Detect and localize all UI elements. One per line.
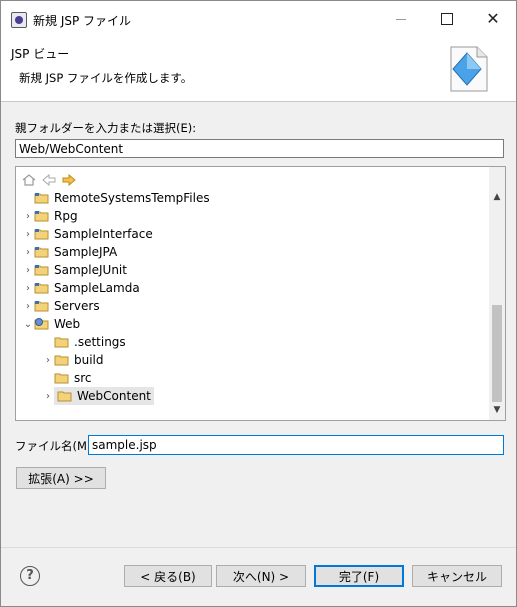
tree-item[interactable]: src xyxy=(42,369,92,387)
tree-item-label: Rpg xyxy=(54,209,78,223)
tree-item-label: WebContent xyxy=(77,389,151,403)
close-button[interactable]: ✕ xyxy=(470,1,516,37)
folder-icon xyxy=(54,373,69,384)
next-button[interactable]: 次へ(N) > xyxy=(216,565,306,587)
finish-button[interactable]: 完了(F) xyxy=(314,565,404,587)
tree-item[interactable]: › Servers xyxy=(22,297,100,315)
folder-icon xyxy=(54,337,69,348)
back-arrow-icon[interactable] xyxy=(42,173,56,187)
tree-item[interactable]: › build xyxy=(42,351,104,369)
web-project-icon xyxy=(34,318,49,330)
footer-separator xyxy=(1,547,516,548)
forward-arrow-icon[interactable] xyxy=(62,173,76,187)
tree-item[interactable]: › SampleJUnit xyxy=(22,261,127,279)
tree-scrollbar[interactable]: ▲ ▼ xyxy=(489,167,505,420)
folder-icon xyxy=(57,391,72,402)
project-folder-icon xyxy=(34,211,49,222)
tree-item[interactable]: RemoteSystemsTempFiles xyxy=(22,189,210,207)
jsp-file-banner-icon xyxy=(450,46,488,92)
tree-item-label: SampleLamda xyxy=(54,281,140,295)
project-folder-icon xyxy=(34,265,49,276)
tree-item[interactable]: › SampleInterface xyxy=(22,225,153,243)
title-bar: 新規 JSP ファイル ✕ xyxy=(1,1,516,37)
tree-item-label: Servers xyxy=(54,299,100,313)
advanced-button[interactable]: 拡張(A) >> xyxy=(16,467,106,489)
tree-item-label: build xyxy=(74,353,104,367)
dialog-window: 新規 JSP ファイル ✕ JSP ビュー 新規 JSP ファイルを作成します。… xyxy=(0,0,517,607)
scroll-up-icon[interactable]: ▲ xyxy=(489,189,505,205)
wizard-header: JSP ビュー 新規 JSP ファイルを作成します。 xyxy=(1,37,516,102)
file-name-label: ファイル名(M): xyxy=(15,439,96,453)
parent-folder-label: 親フォルダーを入力または選択(E): xyxy=(15,121,197,135)
chevron-right-icon[interactable]: › xyxy=(42,351,54,369)
cancel-button[interactable]: キャンセル xyxy=(412,565,502,587)
project-folder-icon xyxy=(34,247,49,258)
scroll-down-icon[interactable]: ▼ xyxy=(489,402,505,418)
eclipse-app-icon xyxy=(11,12,27,28)
tree-item-label: .settings xyxy=(74,335,126,349)
back-button[interactable]: < 戻る(B) xyxy=(124,565,212,587)
chevron-right-icon[interactable]: › xyxy=(22,243,34,261)
project-folder-icon xyxy=(34,193,49,204)
minimize-button[interactable] xyxy=(378,1,424,37)
folder-icon xyxy=(54,355,69,366)
tree-item[interactable]: .settings xyxy=(42,333,126,351)
tree-item[interactable]: ⌄ Web xyxy=(22,315,80,333)
tree-item-selected[interactable]: › WebContent xyxy=(42,387,154,405)
project-folder-icon xyxy=(34,229,49,240)
maximize-button[interactable] xyxy=(424,1,470,37)
window-title: 新規 JSP ファイル xyxy=(33,14,132,28)
parent-folder-input[interactable]: Web/WebContent xyxy=(15,139,504,158)
chevron-right-icon[interactable]: › xyxy=(22,297,34,315)
tree-item-label: SampleJPA xyxy=(54,245,118,259)
help-icon[interactable]: ? xyxy=(20,566,40,586)
chevron-down-icon[interactable]: ⌄ xyxy=(22,315,34,333)
chevron-right-icon[interactable]: › xyxy=(22,261,34,279)
tree-item[interactable]: › SampleLamda xyxy=(22,279,140,297)
scrollbar-thumb[interactable] xyxy=(492,305,502,402)
tree-item-label: Web xyxy=(54,317,81,331)
project-folder-icon xyxy=(34,283,49,294)
file-name-input[interactable]: sample.jsp xyxy=(88,435,504,455)
tree-item-label: RemoteSystemsTempFiles xyxy=(54,191,210,205)
chevron-right-icon[interactable]: › xyxy=(22,225,34,243)
tree-item-label: SampleInterface xyxy=(54,227,153,241)
tree-item-label: SampleJUnit xyxy=(54,263,127,277)
maximize-icon xyxy=(441,13,453,25)
tree-item[interactable]: › Rpg xyxy=(22,207,78,225)
home-icon[interactable] xyxy=(22,173,36,187)
tree-item[interactable]: › SampleJPA xyxy=(22,243,117,261)
folder-tree[interactable]: RemoteSystemsTempFiles › Rpg › SampleInt… xyxy=(15,166,506,421)
page-description: 新規 JSP ファイルを作成します。 xyxy=(19,71,193,85)
chevron-right-icon[interactable]: › xyxy=(42,387,54,405)
page-title: JSP ビュー xyxy=(11,47,70,61)
tree-item-label: src xyxy=(74,371,92,385)
tree-toolbar xyxy=(22,172,76,188)
project-folder-icon xyxy=(34,301,49,312)
minimize-icon xyxy=(396,18,406,20)
chevron-right-icon[interactable]: › xyxy=(22,207,34,225)
close-icon: ✕ xyxy=(486,9,500,28)
chevron-right-icon[interactable]: › xyxy=(22,279,34,297)
